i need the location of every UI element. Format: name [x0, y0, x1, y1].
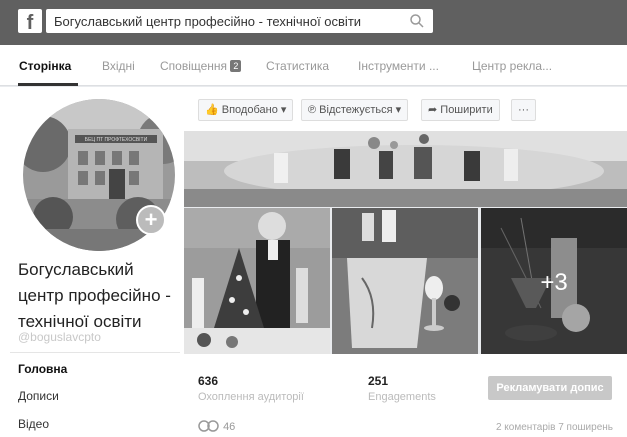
photo-waiter[interactable]	[184, 208, 330, 354]
share-button[interactable]: ➦ Поширити	[421, 99, 500, 121]
share-label: Поширити	[440, 104, 493, 116]
page-name: Богуславський центр професійно - технічн…	[18, 257, 183, 335]
page-handle[interactable]: @boguslavcpto	[18, 330, 101, 344]
post-stats: 636 Охоплення аудиторії 251 Engagements …	[184, 354, 627, 437]
follow-button[interactable]: ℗ Відстежується ▾	[301, 99, 409, 121]
search-input[interactable]: Богуславський центр професійно - технічн…	[54, 14, 361, 29]
page-tabs: Сторінка Вхідні Сповіщення 2 Статистика …	[0, 45, 627, 86]
page-name-line: Богуславський	[18, 260, 134, 279]
tab-ad-center[interactable]: Центр рекла...	[472, 59, 552, 73]
chevron-down-icon: ▾	[395, 104, 402, 116]
building-sign: БЕЦ ПТ ПРОФТЕХОСВІТИ	[85, 137, 148, 143]
top-bar: f Богуславський центр професійно - техні…	[0, 0, 627, 45]
tab-insights[interactable]: Статистика	[266, 59, 329, 73]
comments-shares-meta[interactable]: 2 коментарів 7 поширень	[496, 422, 613, 433]
cover-photo[interactable]	[184, 131, 627, 207]
photo-table[interactable]	[332, 208, 478, 354]
page-actions: 👍 Вподобано ▾ ℗ Відстежується ▾ ➦ Пошири…	[184, 87, 627, 131]
like-label: Вподобано	[221, 104, 278, 116]
reach-value: 636	[198, 374, 219, 388]
more-photos-count: +3	[540, 269, 567, 296]
rss-icon: ℗	[308, 104, 317, 116]
search-icon[interactable]	[409, 13, 425, 29]
tab-inbox[interactable]: Вхідні	[102, 59, 135, 73]
photo-grid: +3	[184, 131, 627, 354]
chevron-down-icon: ▾	[280, 104, 287, 116]
reaction-icons	[198, 420, 219, 432]
page-name-line: центр професійно -	[18, 286, 171, 305]
like-button[interactable]: 👍 Вподобано ▾	[198, 99, 294, 121]
engagements-value: 251	[368, 374, 389, 388]
tab-page[interactable]: Сторінка	[19, 59, 71, 73]
tab-tools[interactable]: Інструменти ...	[358, 59, 439, 73]
nav-item-posts[interactable]: Дописи	[18, 389, 59, 403]
facebook-logo[interactable]: f	[18, 9, 42, 33]
active-tab-indicator	[18, 83, 78, 86]
reactions-count: 46	[223, 421, 236, 433]
nav-divider	[10, 352, 180, 353]
share-icon: ➦	[428, 104, 438, 116]
engagements-label: Engagements	[368, 391, 436, 403]
photo-cocktails[interactable]: +3	[481, 208, 627, 354]
follow-label: Відстежується	[319, 104, 393, 116]
nav-item-videos[interactable]: Відео	[18, 417, 49, 431]
search-box[interactable]: Богуславський центр професійно - технічн…	[46, 9, 433, 33]
reach-label: Охоплення аудиторії	[198, 391, 304, 403]
nav-item-home[interactable]: Головна	[18, 362, 67, 376]
add-photo-button[interactable]: +	[136, 205, 166, 235]
more-options-button[interactable]: ···	[511, 99, 536, 121]
promote-post-button[interactable]: Рекламувати допис	[488, 376, 612, 400]
left-column: БЕЦ ПТ ПРОФТЕХОСВІТИ + Богуславський цен…	[0, 87, 184, 437]
notifications-badge: 2	[230, 60, 242, 72]
tab-notifications[interactable]: Сповіщення 2	[160, 59, 242, 73]
reactions[interactable]: 46	[198, 420, 235, 433]
thumbs-up-icon: 👍	[205, 104, 219, 116]
tab-notifications-label: Сповіщення	[160, 59, 228, 73]
